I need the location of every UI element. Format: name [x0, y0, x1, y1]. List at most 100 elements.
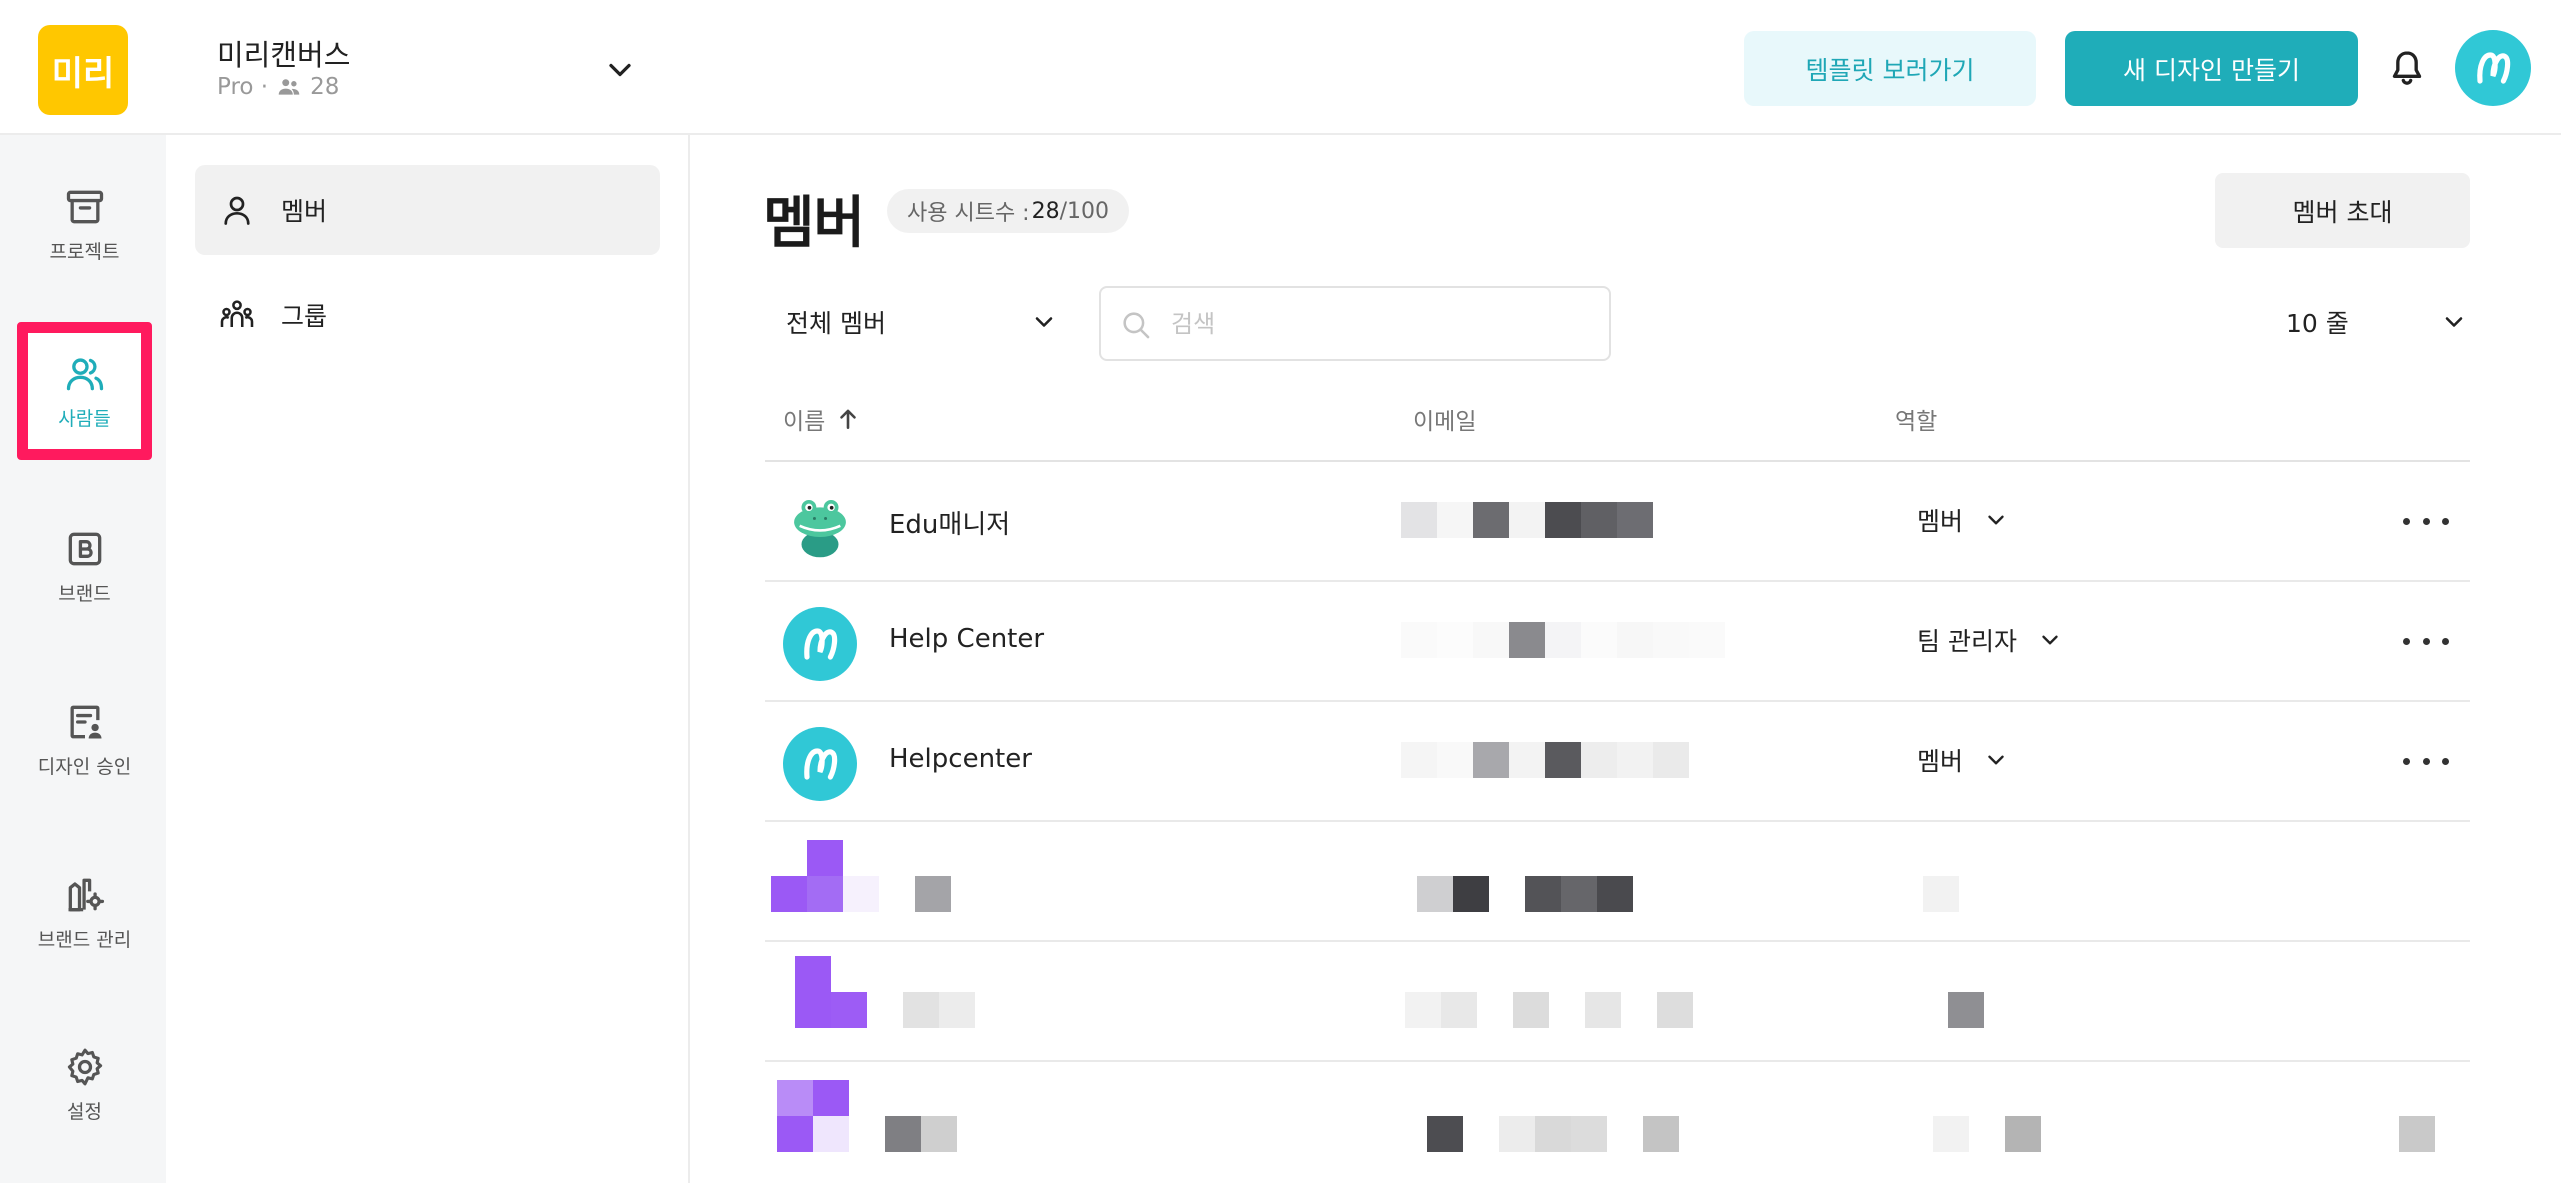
- new-design-button[interactable]: 새 디자인 만들기: [2065, 31, 2358, 106]
- search-field: [1099, 286, 1611, 361]
- redacted-email-block: [1535, 1116, 1571, 1152]
- redacted-avatar-block: [813, 1116, 849, 1152]
- redacted-email-block: [1585, 992, 1621, 1028]
- role-value: 팀 관리자: [1917, 627, 2017, 656]
- table-row-redacted[interactable]: [765, 942, 2470, 1062]
- table-row[interactable]: Help Center 팀 관리자: [765, 582, 2470, 702]
- redacted-avatar-block: [795, 992, 831, 1028]
- redacted-email-block: [1643, 1116, 1679, 1152]
- template-browse-button[interactable]: 템플릿 보러가기: [1744, 31, 2036, 106]
- rail-item-projects[interactable]: 프로젝트: [17, 155, 152, 293]
- chevron-down-icon: [1988, 755, 2004, 765]
- chevron-down-icon: [1035, 317, 1053, 327]
- gear-icon: [67, 1048, 102, 1085]
- more-options-icon[interactable]: [2403, 626, 2449, 656]
- app-logo[interactable]: 미리: [38, 25, 128, 115]
- miri-logo-icon: [2477, 52, 2511, 84]
- rail-item-label: 설정: [67, 1100, 102, 1123]
- more-options-icon[interactable]: [2403, 506, 2449, 536]
- member-filter-select[interactable]: 전체 멤버: [768, 283, 1068, 361]
- column-header-role: 역할: [1895, 402, 1937, 436]
- rail-item-design-approval[interactable]: 디자인 승인: [17, 670, 152, 808]
- table-row-redacted[interactable]: [765, 1062, 2470, 1182]
- redacted-email-block: [1417, 876, 1453, 912]
- redacted-role-block: [1933, 1116, 1969, 1152]
- member-name: Help Center: [889, 624, 1045, 654]
- table-row[interactable]: Helpcenter 멤버: [765, 702, 2470, 822]
- member-count: 28: [310, 74, 340, 100]
- rail-item-brand-management[interactable]: 브랜드 관리: [17, 843, 152, 981]
- user-avatar[interactable]: [2455, 30, 2531, 106]
- table-row-redacted[interactable]: [765, 822, 2470, 942]
- secondary-nav: 멤버 그룹: [166, 135, 690, 1183]
- rail-item-label: 브랜드 관리: [37, 928, 132, 951]
- search-icon: [1123, 312, 1150, 339]
- redacted-email-block: [1499, 1116, 1535, 1152]
- redacted-role-block: [2005, 1116, 2041, 1152]
- page-title: 멤버: [763, 191, 865, 256]
- member-name: Helpcenter: [889, 744, 1032, 774]
- rail-item-settings[interactable]: 설정: [17, 1015, 152, 1153]
- people-icon: [66, 357, 103, 390]
- seat-used: 28: [1031, 198, 1060, 224]
- member-filter-value: 전체 멤버: [786, 309, 886, 338]
- approval-icon: [70, 705, 101, 738]
- redacted-email-block: [1405, 992, 1441, 1028]
- members-icon: [278, 79, 300, 95]
- bell-icon[interactable]: [2387, 46, 2427, 90]
- redacted-email-block: [1597, 876, 1633, 912]
- role-select[interactable]: 멤버: [1917, 740, 2009, 780]
- redacted-email-block: [1571, 1116, 1607, 1152]
- rows-per-page-select[interactable]: 10 줄: [2270, 283, 2470, 361]
- role-select[interactable]: 멤버: [1917, 500, 2009, 540]
- rail-item-label: 브랜드: [58, 582, 111, 605]
- subnav-item-label: 그룹: [281, 302, 328, 331]
- group-icon: [220, 300, 254, 327]
- column-header-label: 이름: [783, 409, 826, 435]
- chevron-down-icon: [2042, 635, 2058, 645]
- redacted-name-block: [939, 992, 975, 1028]
- redacted-avatar-block: [771, 876, 807, 912]
- rail-item-label: 디자인 승인: [37, 755, 132, 778]
- redacted-avatar-block: [795, 956, 831, 992]
- table-row[interactable]: Edu매니저 멤버: [765, 462, 2470, 582]
- member-email-redacted: [1401, 622, 1725, 658]
- search-input[interactable]: [1171, 309, 1571, 338]
- subnav-item-members[interactable]: 멤버: [195, 165, 660, 255]
- seat-usage-badge: 사용 시트수 : 28 /100: [887, 189, 1130, 233]
- person-icon: [224, 196, 250, 225]
- brand-icon: [68, 532, 101, 565]
- rail-item-label: 프로젝트: [49, 240, 120, 263]
- archive-icon: [66, 190, 103, 223]
- miri-logo-icon: [804, 748, 838, 780]
- column-header-label: 이메일: [1413, 409, 1477, 435]
- member-avatar: [783, 727, 857, 801]
- rows-per-page-value: 10 줄: [2286, 309, 2349, 338]
- workspace-meta: Pro · 28: [217, 74, 339, 100]
- redacted-avatar-block: [807, 840, 843, 876]
- redacted-avatar-block: [777, 1116, 813, 1152]
- rail-item-brand[interactable]: 브랜드: [17, 497, 152, 635]
- column-header-label: 역할: [1895, 409, 1938, 435]
- subnav-item-groups[interactable]: 그룹: [195, 270, 660, 360]
- redacted-email-block: [1453, 876, 1489, 912]
- chevron-down-icon: [1988, 515, 2004, 525]
- redacted-name-block: [921, 1116, 957, 1152]
- brand-manage-icon: [68, 878, 104, 911]
- redacted-email-block: [1657, 992, 1693, 1028]
- redacted-email-block: [1427, 1116, 1463, 1152]
- more-options-icon[interactable]: [2403, 746, 2449, 776]
- invite-member-button[interactable]: 멤버 초대: [2215, 173, 2470, 248]
- rail-item-people[interactable]: 사람들: [17, 322, 152, 460]
- member-avatar: [783, 487, 857, 561]
- chevron-down-icon[interactable]: [602, 52, 638, 88]
- redacted-email-block: [1525, 876, 1561, 912]
- member-email-redacted: [1401, 742, 1689, 778]
- workspace-plan: Pro ·: [217, 74, 269, 100]
- role-value: 멤버: [1917, 507, 1964, 536]
- redacted-avatar-block: [843, 876, 879, 912]
- left-rail: 프로젝트 사람들 브랜드 디자인 승인 브랜드 관리 설정: [0, 135, 166, 1183]
- role-select[interactable]: 팀 관리자: [1917, 620, 2063, 660]
- crocodile-mascot-icon: [794, 499, 846, 558]
- column-header-name[interactable]: 이름: [783, 402, 861, 436]
